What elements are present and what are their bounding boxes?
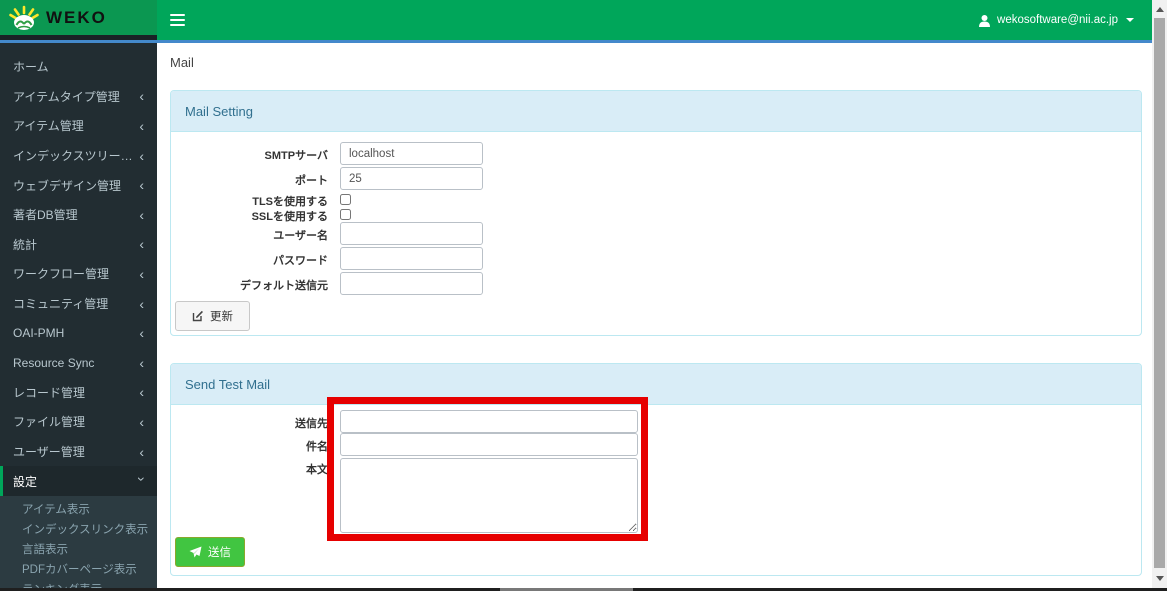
body-textarea[interactable] [340, 458, 638, 533]
sidebar-item-webdesign-mgmt[interactable]: ウェブデザイン管理 ‹ [0, 170, 157, 200]
user-icon [979, 14, 991, 27]
sidebar-item-authordb-mgmt[interactable]: 著者DB管理 ‹ [0, 200, 157, 230]
subject-input[interactable] [340, 433, 638, 456]
chevron-left-icon: ‹ [139, 177, 144, 194]
update-button[interactable]: 更新 [175, 301, 250, 331]
recipient-input[interactable] [340, 410, 638, 433]
vertical-scrollbar[interactable] [1152, 0, 1167, 588]
chevron-left-icon: ‹ [139, 325, 144, 342]
use-ssl-label: SSLを使用する [251, 211, 328, 223]
chevron-left-icon: ‹ [139, 236, 144, 253]
chevron-down-icon: ‹ [131, 476, 148, 482]
chevron-left-icon: ‹ [139, 88, 144, 105]
header-accent-line [0, 40, 1152, 43]
paper-plane-icon [189, 546, 202, 558]
default-sender-label: デフォルト送信元 [240, 280, 328, 292]
send-button[interactable]: 送信 [175, 537, 245, 567]
sidebar-item-settings[interactable]: 設定 ‹ [0, 466, 157, 496]
chevron-left-icon: ‹ [139, 295, 144, 312]
subject-label: 件名 [306, 441, 328, 453]
port-input[interactable] [340, 167, 483, 190]
submenu-language-display[interactable]: 言語表示 [0, 539, 157, 559]
weko-admin-app: WEKO wekosoftware@nii.ac.jp ホーム アイテムタイプ管… [0, 0, 1167, 591]
send-test-mail-panel-title: Send Test Mail [171, 364, 1141, 405]
sidebar-item-file-mgmt[interactable]: ファイル管理 ‹ [0, 407, 157, 437]
chevron-left-icon: ‹ [139, 413, 144, 430]
page-title: Mail [170, 55, 194, 70]
mail-setting-panel-title: Mail Setting [171, 91, 1141, 132]
send-button-label: 送信 [208, 547, 231, 559]
send-test-mail-form: 送信先 件名 本文 送信 [171, 405, 1141, 575]
smtp-server-label: SMTPサーバ [264, 150, 328, 162]
chevron-left-icon: ‹ [139, 117, 144, 134]
sidebar-menu: ホーム アイテムタイプ管理 ‹ アイテム管理 ‹ インデックスツリー管理 ‹ ウェブデ… [0, 43, 157, 496]
chevron-left-icon: ‹ [139, 206, 144, 223]
chevron-left-icon: ‹ [139, 354, 144, 371]
default-sender-input[interactable] [340, 272, 483, 295]
scroll-down-arrow-icon[interactable] [1155, 576, 1164, 581]
submenu-item-display[interactable]: アイテム表示 [0, 499, 157, 519]
username-label: ユーザー名 [273, 230, 328, 242]
mail-setting-panel: Mail Setting SMTPサーバ ポート TLSを使用する SSLを使用… [170, 90, 1142, 336]
sidebar-item-community-mgmt[interactable]: コミュニティ管理 ‹ [0, 289, 157, 319]
sidebar-item-workflow-mgmt[interactable]: ワークフロー管理 ‹ [0, 259, 157, 289]
submenu-index-link-display[interactable]: インデックスリンク表示 [0, 519, 157, 539]
use-ssl-checkbox[interactable] [340, 209, 351, 220]
password-label: パスワード [273, 255, 328, 267]
submenu-ranking-display[interactable]: ランキング表示 [0, 579, 157, 588]
use-tls-checkbox[interactable] [340, 194, 351, 205]
update-button-label: 更新 [210, 311, 233, 323]
sidebar-item-resource-sync[interactable]: Resource Sync ‹ [0, 348, 157, 378]
sidebar-item-itemtype-mgmt[interactable]: アイテムタイプ管理 ‹ [0, 82, 157, 112]
chevron-left-icon: ‹ [139, 443, 144, 460]
edit-square-icon [192, 310, 203, 322]
weko-sun-logo-icon [9, 5, 39, 30]
scroll-up-arrow-icon[interactable] [1155, 7, 1164, 12]
username-input[interactable] [340, 222, 483, 245]
user-account-menu[interactable]: wekosoftware@nii.ac.jp [978, 14, 1134, 27]
chevron-left-icon: ‹ [139, 147, 144, 164]
send-test-mail-panel: Send Test Mail 送信先 件名 本文 送信 [170, 363, 1142, 576]
sidebar-item-home[interactable]: ホーム [0, 52, 157, 82]
top-navbar: wekosoftware@nii.ac.jp [157, 0, 1152, 40]
hamburger-menu-icon[interactable] [170, 14, 185, 26]
user-email: wekosoftware@nii.ac.jp [997, 14, 1118, 26]
chevron-left-icon: ‹ [139, 265, 144, 282]
sidebar: ホーム アイテムタイプ管理 ‹ アイテム管理 ‹ インデックスツリー管理 ‹ ウェブデ… [0, 43, 157, 588]
password-input[interactable] [340, 247, 483, 270]
body-label: 本文 [306, 464, 328, 476]
sidebar-item-statistics[interactable]: 統計 ‹ [0, 230, 157, 260]
mail-setting-form: SMTPサーバ ポート TLSを使用する SSLを使用する ユーザー名 パスワー… [171, 132, 1141, 335]
recipient-label: 送信先 [295, 418, 328, 430]
smtp-server-input[interactable] [340, 142, 483, 165]
vertical-scrollbar-thumb[interactable] [1154, 18, 1165, 568]
use-tls-label: TLSを使用する [252, 196, 328, 208]
submenu-pdf-cover-display[interactable]: PDFカバーページ表示 [0, 559, 157, 579]
sidebar-item-oai-pmh[interactable]: OAI-PMH ‹ [0, 318, 157, 348]
caret-down-icon [1126, 18, 1134, 22]
sidebar-item-item-mgmt[interactable]: アイテム管理 ‹ [0, 111, 157, 141]
sidebar-item-record-mgmt[interactable]: レコード管理 ‹ [0, 378, 157, 408]
brand-title: WEKO [46, 7, 107, 27]
port-label: ポート [295, 175, 328, 187]
sidebar-item-indextree-mgmt[interactable]: インデックスツリー管理 ‹ [0, 141, 157, 171]
brand-logo[interactable]: WEKO [0, 0, 157, 40]
settings-submenu: アイテム表示 インデックスリンク表示 言語表示 PDFカバーページ表示 ランキン… [0, 495, 157, 588]
sidebar-item-user-mgmt[interactable]: ユーザー管理 ‹ [0, 437, 157, 467]
chevron-left-icon: ‹ [139, 384, 144, 401]
